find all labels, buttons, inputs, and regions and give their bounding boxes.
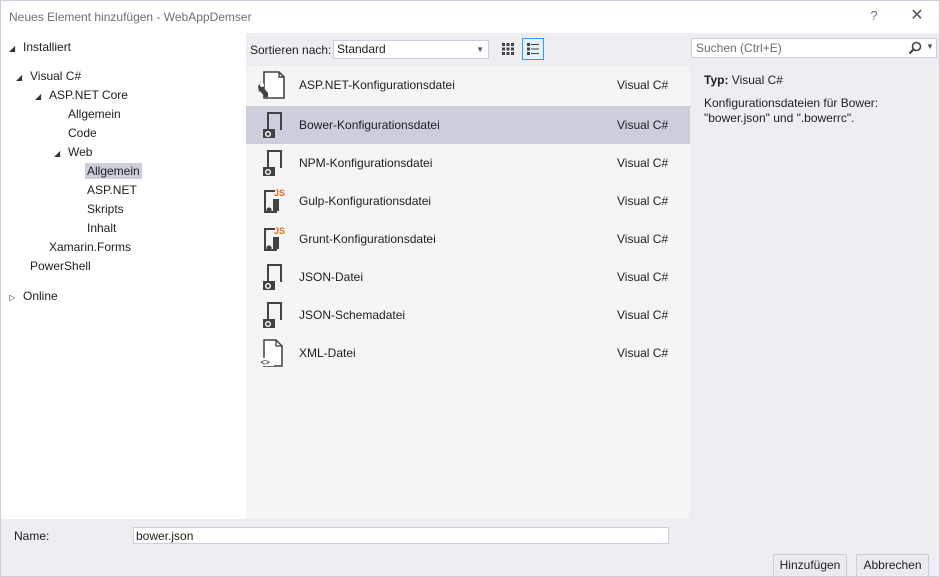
js-file-icon: JS xyxy=(264,188,285,213)
type-line: Typ: Visual C# xyxy=(704,73,934,87)
search-input[interactable] xyxy=(692,39,902,57)
json-file-icon xyxy=(263,302,282,328)
item-name: Bower-Konfigurationsdatei xyxy=(299,118,440,132)
small-icons-view-button[interactable] xyxy=(497,38,519,60)
svg-text:<>: <> xyxy=(261,358,271,367)
list-item-grunt-config[interactable]: JS Grunt-Konfigurationsdatei Visual C# xyxy=(246,220,690,258)
chevron-down-icon: ▼ xyxy=(476,45,484,54)
item-name: NPM-Konfigurationsdatei xyxy=(299,156,433,170)
sort-toolbar: Sortieren nach: Standard ▼ xyxy=(246,33,691,66)
name-label: Name: xyxy=(14,529,50,543)
item-name: JSON-Datei xyxy=(299,270,364,284)
list-item-json-schema[interactable]: JSON-Schemadatei Visual C# xyxy=(246,296,690,334)
svg-text:JS: JS xyxy=(274,226,285,236)
sort-dropdown[interactable]: Standard ▼ xyxy=(333,40,489,59)
help-button[interactable]: ? xyxy=(865,5,883,27)
list-item-xml-file[interactable]: <> XML-Datei Visual C# xyxy=(246,334,690,372)
search-box: ▼ xyxy=(691,38,937,58)
xml-file-icon: <> xyxy=(260,339,283,367)
list-item-npm-config[interactable]: NPM-Konfigurationsdatei Visual C# xyxy=(246,144,690,182)
cancel-button[interactable]: Abbrechen xyxy=(856,554,929,577)
type-label: Typ: xyxy=(704,73,729,87)
tree-node-allgemein[interactable]: Allgemein xyxy=(66,105,123,123)
list-item-json-file[interactable]: JSON-Datei Visual C# xyxy=(246,258,690,296)
collapsed-arrow-icon[interactable]: ▷ xyxy=(9,289,21,307)
list-item-gulp-config[interactable]: JS Gulp-Konfigurationsdatei Visual C# xyxy=(246,182,690,220)
sort-value: Standard xyxy=(337,42,386,56)
tree-node-xamarin-forms[interactable]: Xamarin.Forms xyxy=(47,238,133,256)
window-title: Neues Element hinzufügen - WebAppDemser xyxy=(9,10,252,24)
item-language: Visual C# xyxy=(617,270,669,284)
add-new-item-dialog: Neues Element hinzufügen - WebAppDemser … xyxy=(0,0,940,577)
item-name: ASP.NET-Konfigurationsdatei xyxy=(299,78,455,92)
tree-node-installiert[interactable]: ◢ Installiert xyxy=(9,38,73,56)
grid-view-icon xyxy=(502,43,514,55)
list-view-icon xyxy=(527,43,539,55)
item-name: JSON-Schemadatei xyxy=(299,308,406,322)
template-list: ASP.NET-Konfigurationsdatei Visual C# Bo… xyxy=(246,66,690,519)
tree-node-code[interactable]: Code xyxy=(66,124,99,142)
tree-node-web-allgemein[interactable]: Allgemein xyxy=(85,162,142,180)
list-item-bower-config[interactable]: Bower-Konfigurationsdatei Visual C# xyxy=(246,106,690,144)
list-item-aspnet-config[interactable]: ASP.NET-Konfigurationsdatei Visual C# xyxy=(246,66,690,104)
item-language: Visual C# xyxy=(617,308,669,322)
expanded-arrow-icon[interactable]: ◢ xyxy=(9,40,21,58)
close-button[interactable]: ✕ xyxy=(905,5,929,27)
config-file-icon xyxy=(258,71,285,99)
tree-node-inhalt[interactable]: Inhalt xyxy=(85,219,118,237)
expanded-arrow-icon[interactable]: ◢ xyxy=(54,145,66,163)
svg-text:JS: JS xyxy=(274,188,285,198)
item-language: Visual C# xyxy=(617,78,669,92)
tree-node-visual-csharp[interactable]: ◢ Visual C# xyxy=(16,67,83,85)
tree-node-web[interactable]: ◢ Web xyxy=(54,143,94,161)
type-value: Visual C# xyxy=(731,73,783,87)
title-bar: Neues Element hinzufügen - WebAppDemser … xyxy=(1,1,939,33)
item-language: Visual C# xyxy=(617,346,669,360)
item-name: Gulp-Konfigurationsdatei xyxy=(299,194,432,208)
json-file-icon xyxy=(263,112,282,138)
item-name: XML-Datei xyxy=(299,346,356,360)
item-language: Visual C# xyxy=(617,194,669,208)
expanded-arrow-icon[interactable]: ◢ xyxy=(16,69,28,87)
item-language: Visual C# xyxy=(617,232,669,246)
search-options-chevron-icon[interactable]: ▼ xyxy=(926,42,934,51)
category-tree: ◢ Installiert ◢ Visual C# ◢ ASP.NET Core Al… xyxy=(1,33,246,519)
item-language: Visual C# xyxy=(617,156,669,170)
add-button[interactable]: Hinzufügen xyxy=(773,554,847,577)
sort-label: Sortieren nach: xyxy=(250,43,332,57)
json-file-icon xyxy=(263,150,282,176)
details-pane: Typ: Visual C# Konfigurationsdateien für… xyxy=(704,73,934,126)
name-field[interactable] xyxy=(133,527,669,544)
item-language: Visual C# xyxy=(617,118,669,132)
search-icon[interactable] xyxy=(908,41,922,55)
item-name: Grunt-Konfigurationsdatei xyxy=(299,232,436,246)
tree-node-skripts[interactable]: Skripts xyxy=(85,200,126,218)
tree-node-online[interactable]: ▷ Online xyxy=(9,287,60,305)
expanded-arrow-icon[interactable]: ◢ xyxy=(35,88,47,106)
tree-node-powershell[interactable]: PowerShell xyxy=(28,257,93,275)
details-view-button[interactable] xyxy=(522,38,544,60)
tree-node-aspnet[interactable]: ASP.NET xyxy=(85,181,139,199)
tree-node-aspnet-core[interactable]: ◢ ASP.NET Core xyxy=(35,86,130,104)
item-description: Konfigurationsdateien für Bower: "bower.… xyxy=(704,96,879,125)
json-file-icon xyxy=(263,264,282,290)
js-file-icon: JS xyxy=(264,226,285,251)
